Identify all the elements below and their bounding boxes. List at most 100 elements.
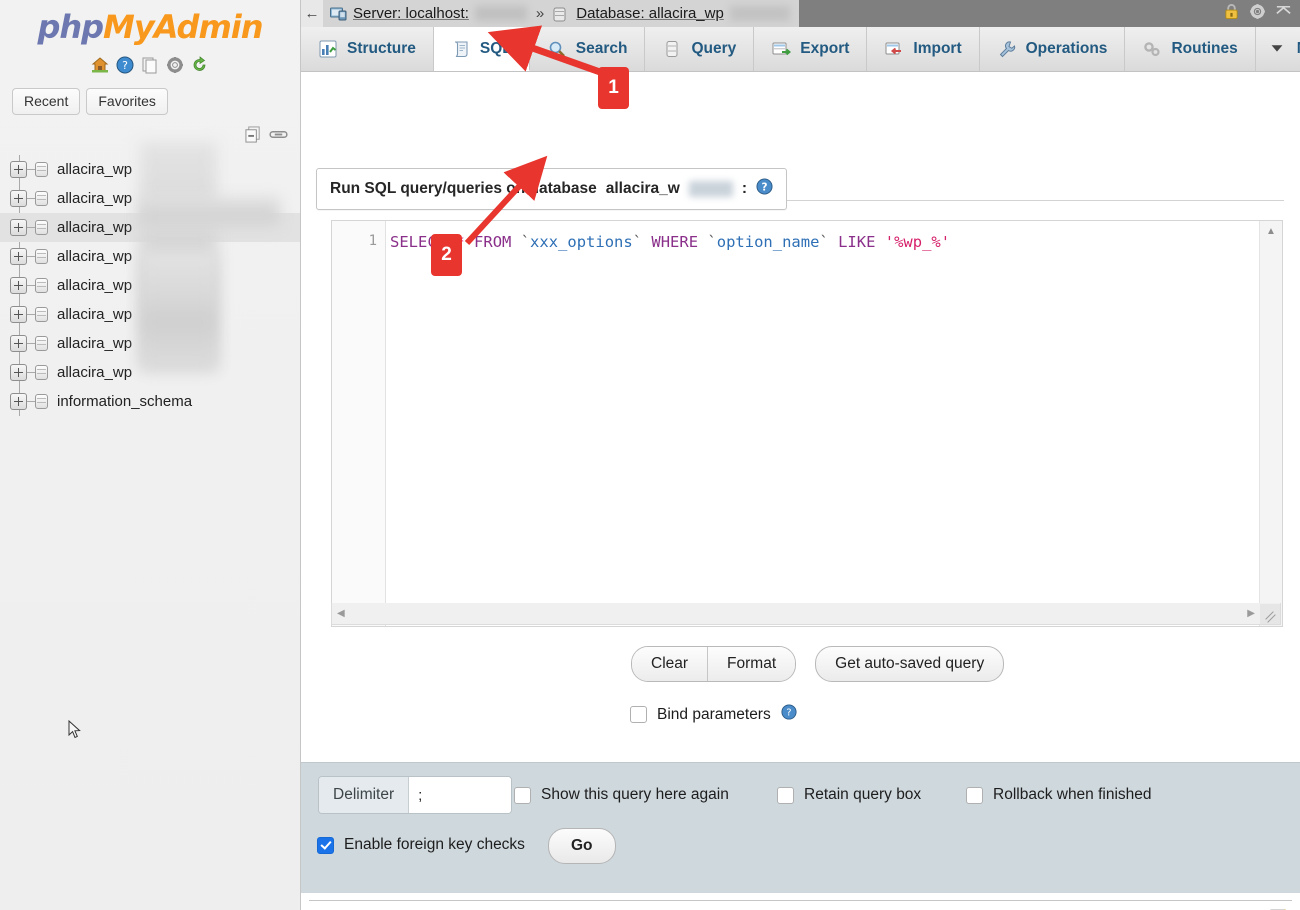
collapse-all-icon[interactable] <box>245 126 262 148</box>
query-database-icon <box>662 39 682 59</box>
show-query-again-option[interactable]: Show this query here again <box>514 786 729 804</box>
tree-branch <box>27 227 35 228</box>
retain-query-box-option[interactable]: Retain query box <box>777 786 921 804</box>
routines-gears-icon <box>1142 39 1162 59</box>
tree-item[interactable]: allacira_wp <box>0 184 300 213</box>
svg-text:?: ? <box>122 59 128 72</box>
expand-icon[interactable] <box>10 161 27 178</box>
go-button[interactable]: Go <box>548 828 616 864</box>
import-icon <box>884 39 904 59</box>
retain-query-box-checkbox[interactable] <box>777 787 794 804</box>
tab-sql[interactable]: SQL <box>434 27 530 71</box>
tab-operations[interactable]: Operations <box>980 27 1126 71</box>
sql-editor[interactable]: 1 SELECT * FROM `xxx_options` WHERE `opt… <box>331 220 1283 627</box>
tree-item[interactable]: allacira_wp <box>0 300 300 329</box>
documentation-icon[interactable] <box>141 56 159 74</box>
rollback-when-finished-checkbox[interactable] <box>966 787 983 804</box>
padlock-icon[interactable] <box>1223 3 1240 25</box>
expand-icon[interactable] <box>10 219 27 236</box>
help-icon[interactable]: ? <box>116 56 134 74</box>
sidebar-quick-tabs: Recent Favorites <box>12 88 300 115</box>
enable-fk-checks-option[interactable]: Enable foreign key checks <box>317 836 525 854</box>
sidebar-quick-icons: ? <box>0 54 300 76</box>
tab-export[interactable]: Export <box>754 27 867 71</box>
export-icon <box>771 39 791 59</box>
back-button[interactable]: ← <box>301 0 323 27</box>
structure-icon <box>318 39 338 59</box>
tree-branch <box>27 343 35 344</box>
screen-root: phpMyAdmin ? <box>0 0 1300 910</box>
scroll-up-arrow[interactable]: ▲ <box>1260 226 1282 237</box>
magnifier-icon <box>547 39 567 59</box>
link-with-main-panel-icon[interactable] <box>269 128 288 146</box>
help-icon[interactable]: ? <box>756 178 773 200</box>
expand-icon[interactable] <box>10 277 27 294</box>
reload-icon[interactable] <box>191 56 209 74</box>
tab-search[interactable]: Search <box>530 27 646 71</box>
tree-item[interactable]: allacira_wp <box>0 271 300 300</box>
main-tab-bar: Structure SQL <box>301 27 1300 72</box>
clear-button[interactable]: Clear <box>632 647 707 681</box>
expand-icon[interactable] <box>10 393 27 410</box>
editor-resize-grip[interactable] <box>1260 604 1280 624</box>
database-icon <box>35 365 48 380</box>
bind-parameters-row: Bind parameters ? <box>630 704 797 725</box>
tree-item[interactable]: allacira_wp <box>0 242 300 271</box>
expand-icon[interactable] <box>10 364 27 381</box>
tree-item[interactable]: allacira_wp <box>0 329 300 358</box>
format-button[interactable]: Format <box>707 647 795 681</box>
gear-icon[interactable] <box>1249 3 1266 25</box>
expand-icon[interactable] <box>10 306 27 323</box>
collapse-chevron-icon[interactable] <box>1275 3 1292 25</box>
expand-icon[interactable] <box>10 190 27 207</box>
recent-tab[interactable]: Recent <box>12 88 80 115</box>
panel-title-suffix: : <box>742 180 747 198</box>
svg-text:?: ? <box>786 708 791 719</box>
panel-title-prefix: Run SQL query/queries on database <box>330 180 597 198</box>
favorites-tab[interactable]: Favorites <box>86 88 168 115</box>
rollback-when-finished-label: Rollback when finished <box>993 786 1152 804</box>
rollback-when-finished-option[interactable]: Rollback when finished <box>966 786 1152 804</box>
home-icon[interactable] <box>91 56 109 74</box>
tab-label: Query <box>691 40 736 58</box>
tree-item-label: allacira_wp <box>57 161 132 178</box>
phpmyadmin-logo[interactable]: phpMyAdmin <box>0 0 300 46</box>
clear-format-button-group: Clear Format <box>631 646 796 682</box>
settings-gear-icon[interactable] <box>166 56 184 74</box>
breadcrumb-database[interactable]: Database: allacira_wp <box>553 5 790 22</box>
server-label: Server: localhost: <box>353 5 469 22</box>
tree-branch <box>27 256 35 257</box>
delimiter-input[interactable] <box>408 777 511 813</box>
tab-more-dropdown[interactable]: M <box>1256 27 1300 71</box>
tree-item-selected[interactable]: allacira_wp <box>0 213 300 242</box>
help-icon[interactable]: ? <box>781 704 797 725</box>
tab-query[interactable]: Query <box>645 27 754 71</box>
breadcrumb-server[interactable]: Server: localhost: <box>330 5 527 22</box>
expand-icon[interactable] <box>10 335 27 352</box>
show-query-again-checkbox[interactable] <box>514 787 531 804</box>
expand-icon[interactable] <box>10 248 27 265</box>
database-name-redaction <box>730 6 790 21</box>
get-auto-saved-query-button[interactable]: Get auto-saved query <box>815 646 1004 682</box>
panel-title-redaction <box>689 181 733 197</box>
editor-horizontal-scrollbar[interactable]: ◀ ▶ <box>331 603 1281 625</box>
tree-item[interactable]: information_schema <box>0 387 300 416</box>
scroll-left-arrow[interactable]: ◀ <box>332 608 350 619</box>
tab-label: Export <box>800 40 849 58</box>
scroll-right-arrow[interactable]: ▶ <box>1242 608 1260 619</box>
database-icon <box>35 191 48 206</box>
tree-item[interactable]: allacira_wp <box>0 358 300 387</box>
show-query-again-label: Show this query here again <box>541 786 729 804</box>
top-server-bar: ← Server: localhost: » <box>301 0 1300 27</box>
tab-import[interactable]: Import <box>867 27 979 71</box>
enable-fk-checks-checkbox[interactable] <box>317 837 334 854</box>
sql-page-content: Run SQL query/queries on database allaci… <box>301 72 1300 910</box>
tab-label: Operations <box>1026 40 1108 58</box>
bind-parameters-checkbox[interactable] <box>630 706 647 723</box>
chevron-down-icon <box>1268 39 1288 59</box>
sql-query-text[interactable]: SELECT * FROM `xxx_options` WHERE `optio… <box>390 233 950 252</box>
tree-item[interactable]: allacira_wp <box>0 155 300 184</box>
tab-structure[interactable]: Structure <box>301 27 434 71</box>
editor-vertical-scrollbar[interactable]: ▲ ▼ <box>1259 221 1282 626</box>
tab-routines[interactable]: Routines <box>1125 27 1255 71</box>
